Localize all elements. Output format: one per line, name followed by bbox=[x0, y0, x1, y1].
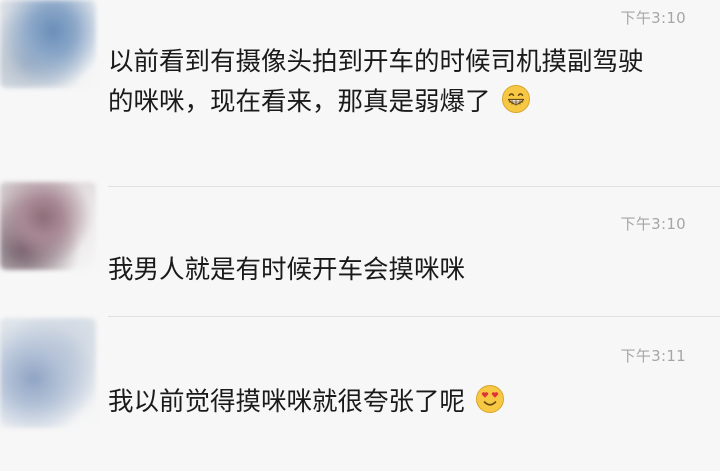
message-divider bbox=[108, 316, 720, 317]
message-text: 我男人就是有时候开车会摸咪咪 bbox=[108, 250, 668, 290]
message-divider bbox=[108, 186, 720, 187]
avatar[interactable] bbox=[0, 0, 96, 88]
heart-eyes-face-emoji-icon bbox=[475, 384, 505, 414]
chat-message-list: 下午3:10 以前看到有摄像头拍到开车的时候司机摸副驾驶的咪咪，现在看来，那真是… bbox=[0, 0, 720, 471]
message-timestamp: 下午3:10 bbox=[620, 9, 686, 27]
message-timestamp: 下午3:11 bbox=[620, 347, 686, 365]
avatar[interactable] bbox=[0, 182, 96, 270]
message-text: 我以前觉得摸咪咪就很夸张了呢 bbox=[108, 382, 668, 422]
message-text-content: 我男人就是有时候开车会摸咪咪 bbox=[108, 255, 466, 285]
message-text-content: 我以前觉得摸咪咪就很夸张了呢 bbox=[108, 387, 466, 417]
grinning-face-emoji-icon bbox=[501, 84, 531, 114]
message-text-content: 以前看到有摄像头拍到开车的时候司机摸副驾驶的咪咪，现在看来，那真是弱爆了 bbox=[108, 47, 644, 117]
message-timestamp: 下午3:10 bbox=[620, 215, 686, 233]
message-text: 以前看到有摄像头拍到开车的时候司机摸副驾驶的咪咪，现在看来，那真是弱爆了 bbox=[108, 42, 668, 122]
avatar[interactable] bbox=[0, 318, 96, 428]
